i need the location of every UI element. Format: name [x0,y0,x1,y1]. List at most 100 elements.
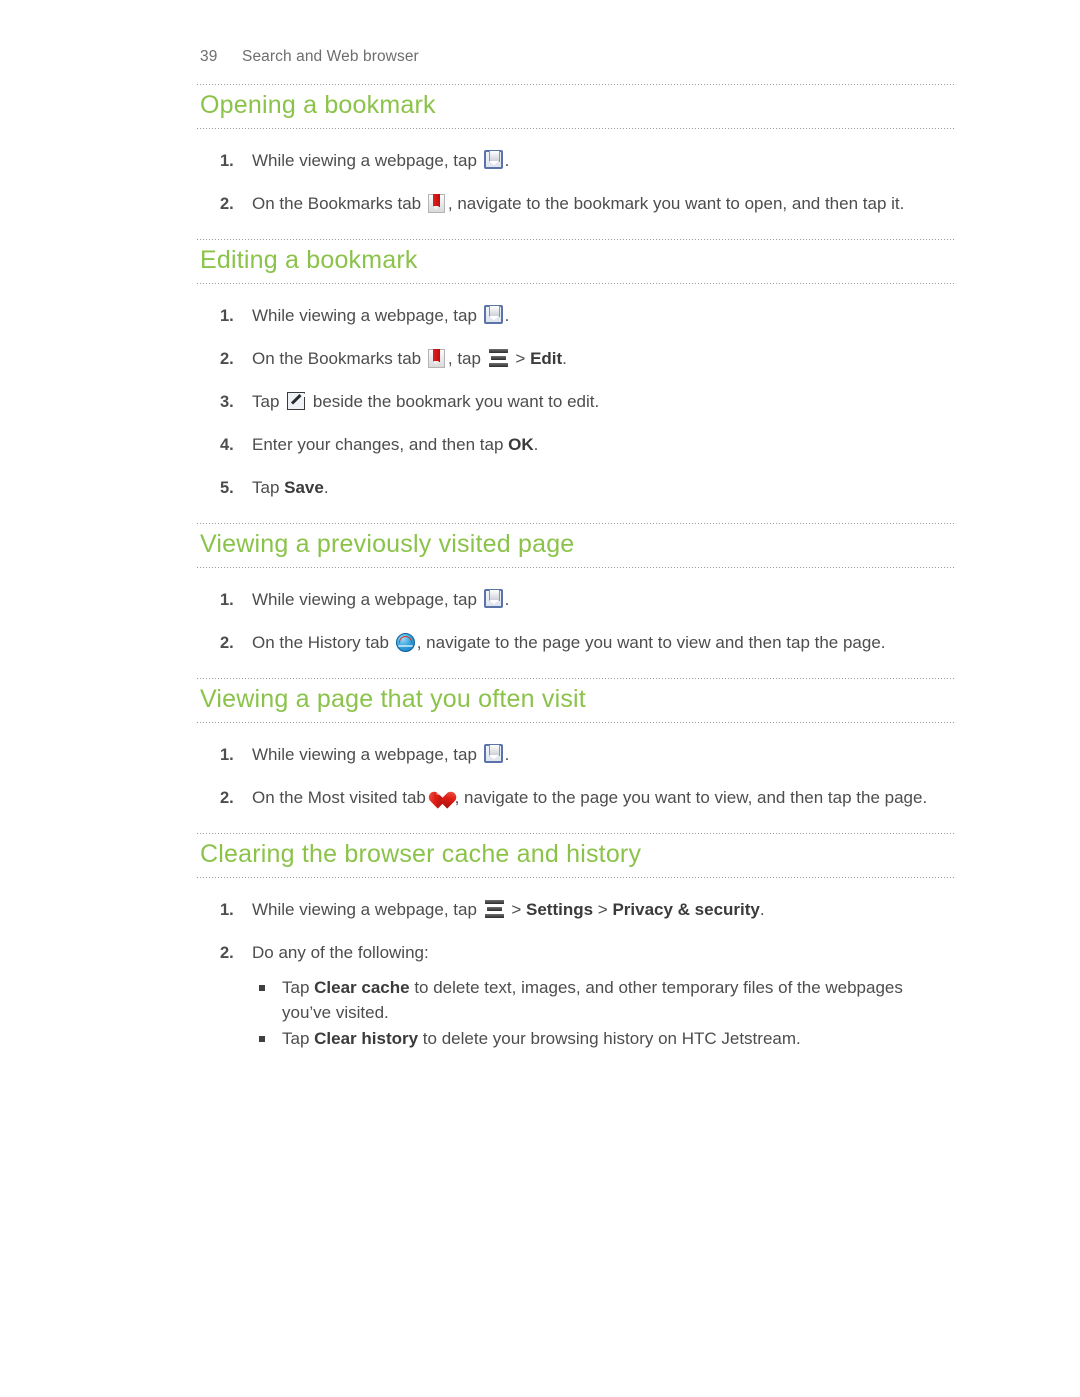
step-text: On the Most visited tab , navigate to th… [252,787,928,809]
body-text: , navigate to the bookmark you want to o… [447,193,905,213]
bookmark-tab-icon [427,193,445,213]
step-number: 1. [220,152,234,170]
body-text: . [759,899,765,919]
steps-wrapper: 1. While viewing a webpage, tap . 2. On the… [196,588,956,678]
emphasis-text: Save [284,477,324,497]
section-heading: Viewing a page that you often visit [200,684,586,713]
body-text: Do any of the following: [252,942,429,962]
step-item: 5. Tap Save. [196,476,956,501]
section-heading: Clearing the browser cache and history [200,839,642,868]
step-number: 2. [220,349,234,368]
bullet-list: Tap Clear cache to delete text, images, … [252,976,956,1052]
bullet-item: Tap Clear cache to delete text, images, … [252,976,956,1026]
section-clearing-the-browser-cache-and-history: Clearing the browser cache and history 1.… [196,832,956,1074]
emphasis-text: Privacy & security [612,899,760,919]
edit-icon [287,391,306,410]
step-text: Do any of the following: [252,943,429,962]
page-content: Opening a bookmark 1. While viewing a webp… [196,84,956,1074]
step-number: 1. [220,306,234,325]
bookmark-tab-icon [427,348,445,368]
step-list: 1. While viewing a webpage, tap > Setting… [196,898,956,1052]
body-text: , navigate to the page you want to view … [416,632,886,652]
step-text: Tap Save. [252,478,329,497]
body-text: > [510,348,531,368]
step-number: 2. [220,194,234,213]
history-icon [395,632,415,652]
step-list: 1. While viewing a webpage, tap . 2. On the… [196,743,956,811]
section-rule-bottom [196,876,956,878]
body-text: While viewing a webpage, tap [252,744,482,764]
emphasis-text: Clear cache [314,977,410,997]
step-text: While viewing a webpage, tap . [252,150,510,170]
bullet-text: Tap Clear cache to delete text, images, … [282,978,903,1022]
emphasis-text: Settings [526,899,594,919]
step-number: 3. [220,392,234,411]
bookmarks-icon [483,150,503,169]
step-number: 2. [220,943,234,962]
step-number: 2. [220,788,234,807]
step-number: 1. [220,900,234,919]
body-text: While viewing a webpage, tap [252,305,482,325]
section-rule-bottom [196,128,956,129]
section-viewing-a-page-that-you-often-visit: Viewing a page that you often visit 1. Whi… [196,677,956,833]
body-text: . [562,348,567,368]
body-text: , tap [447,348,486,368]
step-number: 2. [220,633,234,652]
bullet-text: Tap Clear history to delete your browsin… [282,1029,801,1048]
step-item: 2. On the History tab , navigate to the p… [196,631,956,656]
body-text: . [504,151,510,170]
body-text: Enter your changes, and then tap [252,434,509,454]
step-text: Tap beside the bookmark you want to edit… [252,391,600,411]
step-item: 2. Do any of the following: Tap Clear cach… [196,941,956,1052]
step-text: While viewing a webpage, tap . [252,743,510,764]
step-text: On the History tab , navigate to the pag… [252,632,886,652]
running-head: 39 Search and Web browser [200,48,419,66]
step-number: 1. [220,590,234,609]
body-text: On the Most visited tab [252,787,431,807]
emphasis-text: OK [508,434,534,454]
bullet-marker-icon [259,984,265,991]
body-text: Tap [282,1028,315,1048]
step-text: On the Bookmarks tab , tap > Edit. [252,348,567,368]
section-opening-a-bookmark: Opening a bookmark 1. While viewing a webp… [196,84,956,239]
body-text: . [504,589,510,609]
section-rule-bottom [196,566,956,568]
body-text: . [504,305,510,325]
step-item: 1. While viewing a webpage, tap . [196,743,956,768]
step-item: 2. On the Most visited tab , navigate to … [196,786,956,811]
step-list: 1. While viewing a webpage, tap . 2. On the… [196,588,956,656]
body-text: . [323,477,329,497]
step-text: Enter your changes, and then tap OK. [252,435,538,454]
body-text: Tap [252,391,285,411]
emphasis-text: Edit [530,348,563,368]
step-number: 5. [220,478,234,497]
step-text: While viewing a webpage, tap > Settings … [252,899,765,919]
bullet-marker-icon [259,1035,265,1042]
step-item: 1. While viewing a webpage, tap . [196,304,956,329]
body-text: > [506,899,527,919]
section-rule-bottom [196,282,956,284]
step-number: 4. [220,435,234,454]
bullet-item: Tap Clear history to delete your browsin… [252,1027,956,1052]
section-heading: Opening a bookmark [200,91,436,119]
chapter-title: Search and Web browser [242,48,419,65]
steps-wrapper: 1. While viewing a webpage, tap . 2. On the… [196,149,956,239]
body-text: . [504,744,510,764]
body-text: While viewing a webpage, tap [252,151,482,170]
bookmarks-icon [483,588,503,608]
steps-wrapper: 1. While viewing a webpage, tap . 2. On the… [196,304,956,523]
body-text: Tap [252,477,285,497]
body-text: On the Bookmarks tab [252,193,426,213]
step-item: 4. Enter your changes, and then tap OK. [196,433,956,458]
step-text: On the Bookmarks tab , navigate to the b… [252,193,905,213]
body-text: beside the bookmark you want to edit. [308,391,600,411]
step-item: 1. While viewing a webpage, tap . [196,149,956,174]
body-text: . [533,434,539,454]
step-item: 3. Tap beside the bookmark you want to ed… [196,390,956,415]
body-text: , navigate to the page you want to view,… [454,787,928,807]
page-number: 39 [200,48,218,65]
step-list: 1. While viewing a webpage, tap . 2. On the… [196,304,956,501]
section-editing-a-bookmark: Editing a bookmark 1. While viewing a webp… [196,238,956,523]
step-item: 1. While viewing a webpage, tap . [196,588,956,613]
step-text: While viewing a webpage, tap . [252,588,510,609]
